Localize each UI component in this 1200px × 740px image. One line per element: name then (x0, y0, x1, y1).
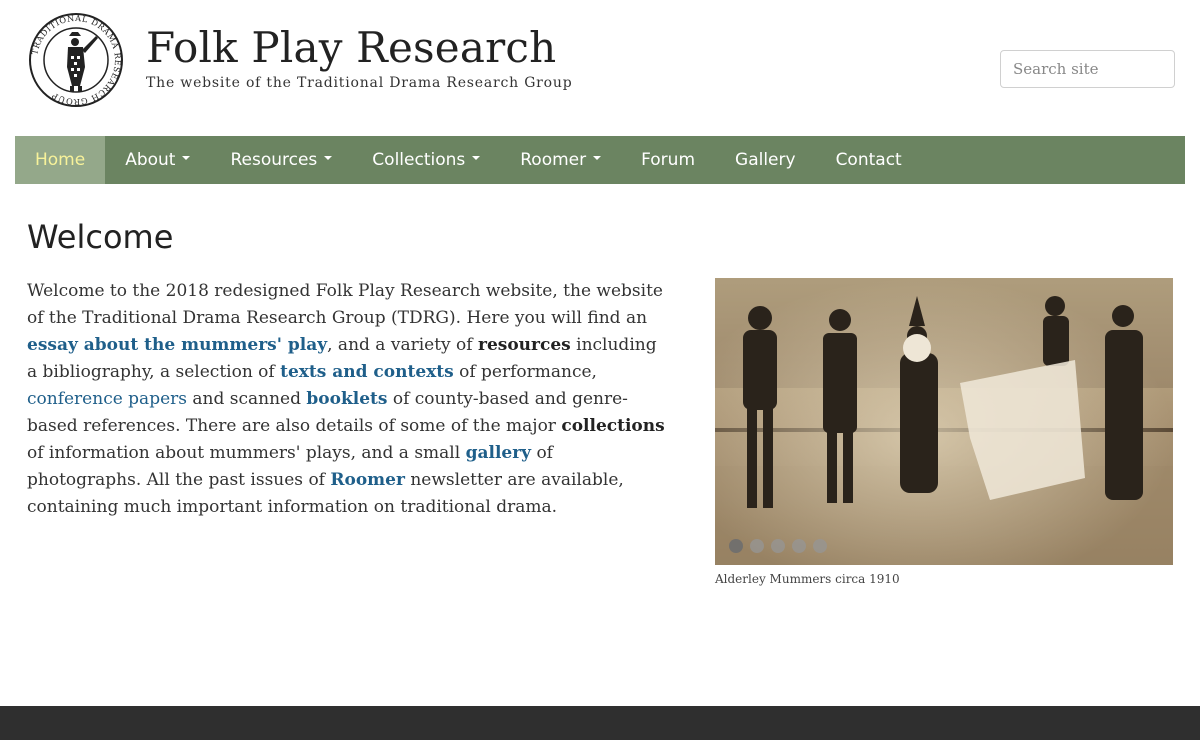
nav-item-gallery[interactable]: Gallery (715, 136, 816, 184)
nav-item-collections[interactable]: Collections (352, 136, 500, 184)
carousel-dot[interactable] (813, 539, 827, 553)
caret-down-icon (472, 156, 481, 160)
mummers-photo (715, 278, 1173, 565)
search-input[interactable] (1000, 50, 1175, 88)
booklets-link[interactable]: booklets (306, 389, 387, 409)
resources-emphasis: resources (477, 335, 571, 355)
carousel-dot[interactable] (750, 539, 764, 553)
caret-down-icon (593, 156, 602, 160)
nav-item-roomer[interactable]: Roomer (500, 136, 621, 184)
texts-contexts-link[interactable]: texts and contexts (280, 362, 454, 382)
nav-item-label: Roomer (520, 150, 587, 170)
intro-text: of information about mummers' plays, and… (27, 443, 466, 463)
nav-item-label: Resources (230, 150, 318, 170)
page-title: Welcome (27, 218, 174, 256)
nav-item-label: Contact (835, 150, 902, 170)
caret-down-icon (182, 156, 191, 160)
footer (0, 706, 1200, 740)
collections-emphasis: collections (561, 416, 665, 436)
caret-down-icon (324, 156, 333, 160)
nav-item-forum[interactable]: Forum (621, 136, 715, 184)
carousel-dot[interactable] (771, 539, 785, 553)
gallery-link[interactable]: gallery (466, 443, 531, 463)
photo-caption: Alderley Mummers circa 1910 (715, 572, 900, 586)
photo-carousel[interactable] (715, 278, 1173, 565)
roomer-link[interactable]: Roomer (330, 470, 405, 490)
site-logo[interactable]: TRADITIONAL DRAMA RESEARCH GROUP (28, 12, 124, 108)
main-navigation: Home About Resources Collections Roomer … (15, 136, 1185, 184)
nav-item-label: Home (35, 150, 86, 170)
conference-papers-link[interactable]: conference papers (27, 389, 187, 409)
carousel-dot[interactable] (792, 539, 806, 553)
nav-item-label: Collections (372, 150, 466, 170)
intro-text: , and a variety of (327, 335, 478, 355)
nav-item-resources[interactable]: Resources (210, 136, 352, 184)
nav-item-label: Forum (641, 150, 696, 170)
intro-paragraph: Welcome to the 2018 redesigned Folk Play… (27, 278, 667, 521)
site-title[interactable]: Folk Play Research (146, 22, 556, 74)
nav-item-label: Gallery (735, 150, 796, 170)
nav-item-label: About (125, 150, 176, 170)
nav-item-about[interactable]: About (105, 136, 210, 184)
mummer-emblem-icon: TRADITIONAL DRAMA RESEARCH GROUP (29, 13, 123, 107)
nav-item-home[interactable]: Home (15, 136, 106, 184)
intro-text: Welcome to the 2018 redesigned Folk Play… (27, 281, 663, 328)
essay-link[interactable]: essay about the mummers' play (27, 335, 327, 355)
carousel-indicators (729, 539, 827, 553)
site-tagline: The website of the Traditional Drama Res… (146, 75, 573, 91)
intro-text: and scanned (187, 389, 307, 409)
nav-item-contact[interactable]: Contact (816, 136, 922, 184)
carousel-dot[interactable] (729, 539, 743, 553)
intro-text: of performance, (453, 362, 597, 382)
